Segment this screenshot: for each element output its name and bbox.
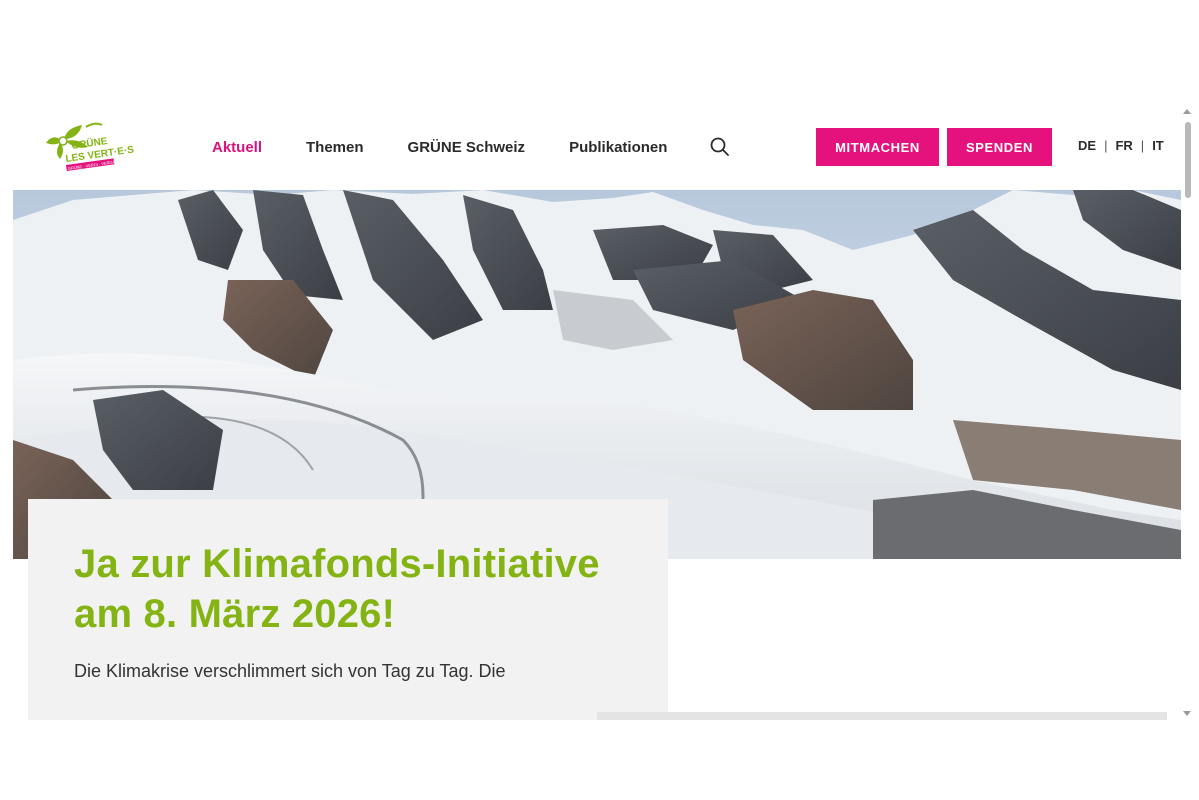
lang-separator: | [1140, 138, 1145, 153]
nav-item-aktuell[interactable]: Aktuell [212, 139, 262, 156]
hero-title[interactable]: Ja zur Klimafonds-Initiative am 8. März … [74, 539, 622, 639]
gruene-logo-icon: GRÜNE LES VERT·E·S GRÜNE · VERDI · VERDA [46, 122, 134, 171]
nav-item-gruene-schweiz[interactable]: GRÜNE Schweiz [408, 139, 526, 156]
nav-item-themen[interactable]: Themen [306, 139, 364, 156]
scrollbar[interactable] [1181, 105, 1199, 720]
hero-text: Die Klimakrise verschlimmert sich von Ta… [74, 661, 506, 681]
site-header: GRÜNE LES VERT·E·S GRÜNE · VERDI · VERDA… [0, 105, 1180, 190]
language-switcher: DE | FR | IT [1078, 138, 1164, 153]
nav-item-publikationen[interactable]: Publikationen [569, 139, 667, 156]
lang-separator: | [1104, 138, 1108, 153]
scroll-down-icon[interactable] [1183, 711, 1191, 716]
scroll-thumb[interactable] [1185, 122, 1191, 198]
search-icon [710, 137, 729, 156]
site-logo[interactable]: GRÜNE LES VERT·E·S GRÜNE · VERDI · VERDA [42, 119, 134, 175]
hero-card: Ja zur Klimafonds-Initiative am 8. März … [28, 499, 668, 720]
lang-fr[interactable]: FR [1115, 138, 1132, 153]
main-nav: Aktuell Themen GRÜNE Schweiz Publikation… [212, 136, 711, 158]
scroll-up-icon[interactable] [1183, 109, 1191, 114]
page-viewport: GRÜNE LES VERT·E·S GRÜNE · VERDI · VERDA… [0, 105, 1199, 720]
spenden-button[interactable]: SPENDEN [947, 128, 1052, 166]
lang-de[interactable]: DE [1078, 138, 1096, 153]
content-divider [597, 712, 1167, 720]
search-button[interactable] [709, 136, 731, 158]
lang-it[interactable]: IT [1152, 138, 1164, 153]
mitmachen-button[interactable]: MITMACHEN [816, 128, 939, 166]
